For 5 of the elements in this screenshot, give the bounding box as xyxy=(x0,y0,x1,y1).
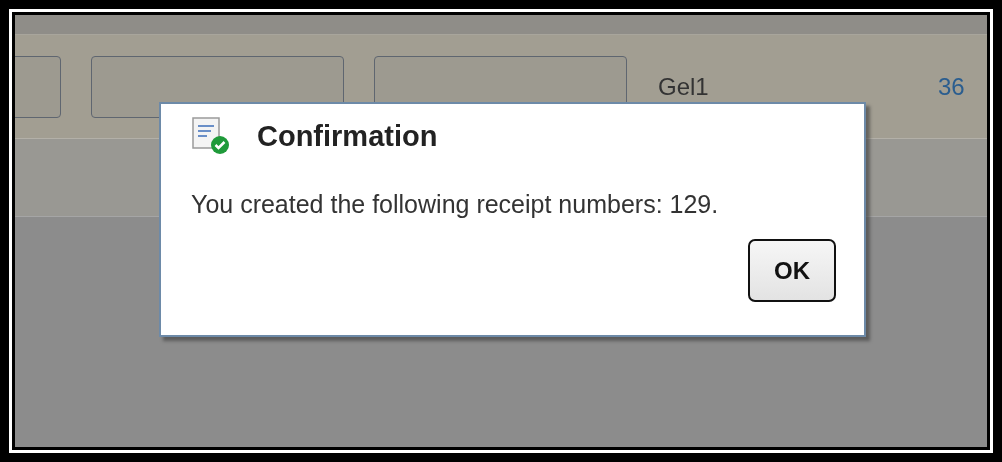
document-check-icon xyxy=(191,116,231,156)
dialog-title: Confirmation xyxy=(257,119,438,153)
cell-text: Gel1 xyxy=(658,72,710,101)
ok-button[interactable]: OK xyxy=(748,239,836,302)
dialog-message: You created the following receipt numbers: 129. xyxy=(191,190,720,219)
